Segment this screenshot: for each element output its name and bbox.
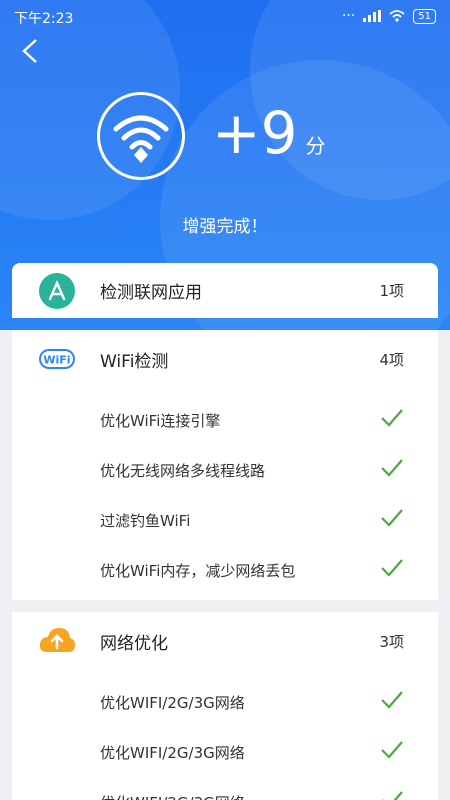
wifi-badge-icon: WiFi bbox=[39, 349, 75, 369]
dots-icon: ··· bbox=[341, 8, 356, 24]
status-icons: ··· 51 bbox=[342, 8, 436, 24]
score-value: +9 bbox=[212, 99, 298, 167]
complete-message: 增强完成！ bbox=[182, 217, 268, 237]
wifi-badge bbox=[97, 92, 185, 180]
item-label: 优化无线网络多线程线路 bbox=[100, 462, 266, 480]
section-header[interactable]: 网络优化 3项 bbox=[12, 612, 438, 670]
item-label: 优化WIFI/2G/3G网络 bbox=[100, 694, 245, 712]
section-header[interactable]: 检测联网应用 1项 bbox=[12, 263, 438, 318]
check-icon bbox=[381, 559, 403, 577]
check-icon bbox=[381, 509, 403, 527]
section-card: 网络优化 3项 优化WIFI/2G/3G网络 优化WIFI/2G/3G网络 优化… bbox=[12, 612, 438, 800]
score-display: +9 分 bbox=[212, 98, 326, 181]
item-label: 优化WiFi内存，减少网络丢包 bbox=[100, 562, 296, 580]
check-icon bbox=[381, 691, 403, 709]
item-label: 优化WIFI/2G/3G网络 bbox=[100, 744, 245, 762]
section-count: 4项 bbox=[379, 350, 404, 369]
wifi-status-icon bbox=[389, 10, 405, 22]
check-icon bbox=[381, 459, 403, 477]
battery-icon: 51 bbox=[413, 8, 436, 24]
section-card: WiFi WiFi检测 4项 优化WiFi连接引擎 优化无线网络多线程线路 过滤… bbox=[12, 330, 438, 600]
check-icon bbox=[382, 791, 403, 800]
wifi-icon bbox=[113, 115, 169, 163]
section-count: 3项 bbox=[379, 632, 404, 651]
section-count: 1项 bbox=[379, 282, 404, 300]
check-icon bbox=[381, 741, 403, 759]
item-label: 优化WIFI/2G/3G网络 bbox=[100, 792, 245, 800]
list-item: 优化WIFI/2G/3G网络 bbox=[12, 678, 438, 728]
list-item: 优化WIFI/2G/3G网络 bbox=[12, 728, 438, 778]
list-item: 过滤钓鱼WiFi bbox=[12, 496, 438, 546]
section-header[interactable]: WiFi WiFi检测 4项 bbox=[12, 330, 438, 388]
status-bar: 下午2:23 ··· 51 bbox=[0, 0, 450, 32]
check-icon bbox=[381, 409, 403, 427]
svg-text:WiFi: WiFi bbox=[43, 354, 70, 367]
signal-icon bbox=[363, 10, 382, 22]
status-time: 下午2:23 bbox=[14, 11, 74, 27]
section-title: WiFi检测 bbox=[100, 351, 169, 372]
list-item: 优化WiFi连接引擎 bbox=[12, 396, 438, 446]
item-label: 过滤钓鱼WiFi bbox=[100, 512, 191, 530]
list-item: 优化WiFi内存，减少网络丢包 bbox=[12, 546, 438, 596]
app-store-icon bbox=[39, 272, 75, 309]
list-item: 优化无线网络多线程线路 bbox=[12, 446, 438, 496]
item-label: 优化WiFi连接引擎 bbox=[100, 412, 221, 430]
back-arrow-icon[interactable] bbox=[18, 38, 44, 64]
section-title: 检测联网应用 bbox=[100, 283, 202, 303]
section-title: 网络优化 bbox=[100, 633, 168, 654]
score-unit: 分 bbox=[305, 134, 326, 158]
cloud-upload-icon bbox=[39, 628, 75, 652]
section-card: 检测联网应用 1项 bbox=[12, 263, 438, 318]
list-item: 优化WIFI/2G/3G网络 bbox=[12, 778, 438, 800]
